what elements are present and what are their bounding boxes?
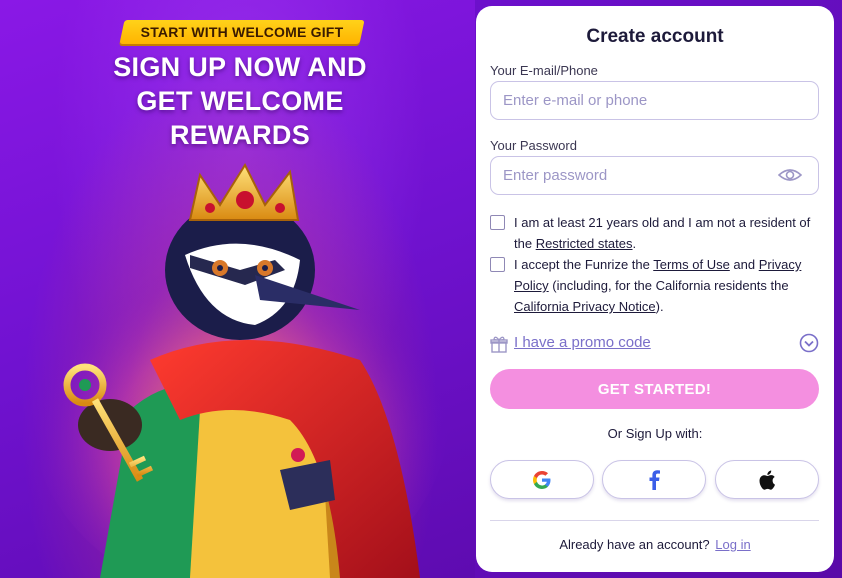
- promo-headline-line2: GET WELCOME: [136, 86, 344, 116]
- signup-form-panel: Create account Your E-mail/Phone Your Pa…: [476, 6, 834, 572]
- email-label: Your E-mail/Phone: [490, 63, 598, 78]
- terms-text-after: ).: [655, 299, 664, 314]
- restricted-states-link[interactable]: Restricted states: [536, 236, 633, 251]
- terms-text-before: I accept the Funrize the: [514, 257, 654, 272]
- terms-checkbox[interactable]: [490, 257, 505, 272]
- email-phone-input[interactable]: [490, 81, 819, 120]
- promo-code-link[interactable]: I have a promo code: [514, 334, 651, 351]
- login-prompt: Already have an account?: [559, 537, 710, 552]
- google-icon: [533, 470, 551, 489]
- get-started-button[interactable]: GET STARTED!: [490, 369, 819, 409]
- or-sign-up-with-text: Or Sign Up with:: [607, 426, 703, 441]
- terms-text-mid2: (including, for the California residents…: [548, 278, 789, 293]
- google-signup-button[interactable]: [490, 460, 594, 499]
- welcome-gift-badge-label: START WITH WELCOME GIFT: [140, 24, 344, 40]
- login-link[interactable]: Log in: [715, 537, 750, 552]
- age-residency-text: I am at least 21 years old and I am not …: [514, 212, 820, 254]
- password-label: Your Password: [490, 138, 577, 153]
- penguin-king-mascot-illustration: [40, 162, 450, 578]
- terms-of-use-link[interactable]: Terms of Use: [653, 257, 730, 272]
- gift-icon: [490, 336, 508, 353]
- apple-signup-button[interactable]: [715, 460, 819, 499]
- welcome-gift-badge: START WITH WELCOME GIFT: [119, 20, 365, 44]
- form-divider: [490, 520, 819, 521]
- age-text-after: .: [632, 236, 637, 251]
- facebook-icon: [649, 469, 660, 490]
- facebook-signup-button[interactable]: [602, 460, 706, 499]
- password-input[interactable]: [490, 156, 819, 195]
- terms-text-mid: and: [729, 257, 759, 272]
- promo-headline-line1: SIGN UP NOW AND: [113, 52, 367, 82]
- show-password-eye-icon[interactable]: [778, 167, 802, 183]
- apple-icon: [759, 470, 775, 490]
- login-row: Already have an account? Log in: [476, 537, 834, 552]
- promo-panel: START WITH WELCOME GIFT SIGN UP NOW AND …: [0, 0, 475, 578]
- promo-headline-line3: REWARDS: [169, 120, 311, 150]
- california-privacy-notice-link[interactable]: California Privacy Notice: [514, 299, 656, 314]
- form-title: Create account: [586, 26, 724, 47]
- promo-headline: SIGN UP NOW AND GET WELCOME REWARDS: [40, 50, 440, 152]
- chevron-down-icon[interactable]: [799, 333, 819, 353]
- age-residency-checkbox[interactable]: [490, 215, 505, 230]
- terms-text: I accept the Funrize the Terms of Use an…: [514, 254, 820, 317]
